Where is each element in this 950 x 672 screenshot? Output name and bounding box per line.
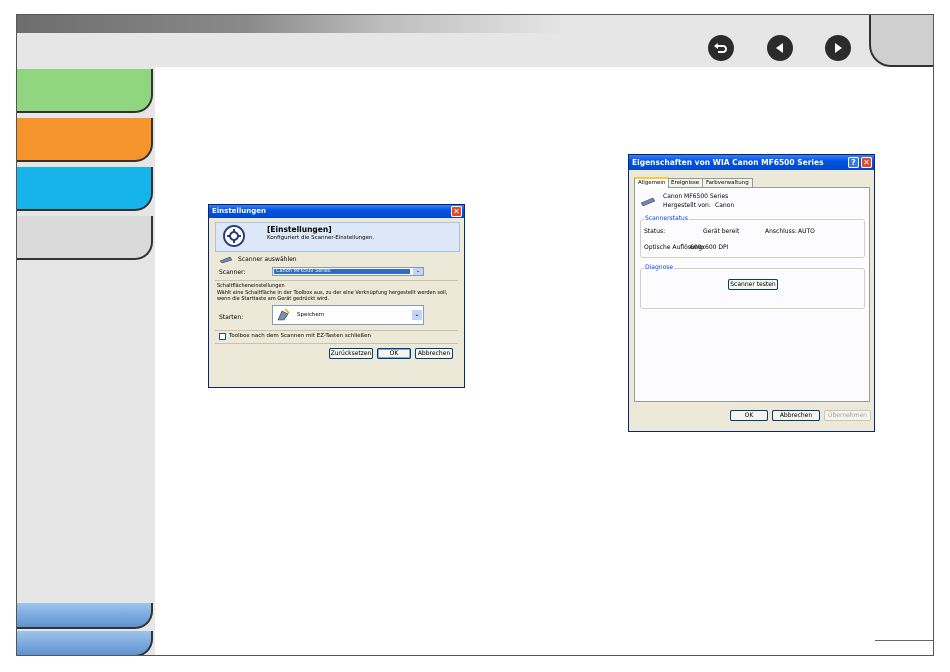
settings-dialog: Einstellungen ✕ [Einstellungen] Konfigur… bbox=[208, 204, 465, 388]
header-strip bbox=[17, 15, 933, 33]
manual-page: Einstellungen ✕ [Einstellungen] Konfigur… bbox=[16, 14, 934, 656]
scanner-dropdown-value: Canon MF6500 Series bbox=[274, 269, 410, 274]
wia-dialog-titlebar: Eigenschaften von WIA Canon MF6500 Serie… bbox=[629, 155, 874, 170]
start-label: Starten: bbox=[219, 314, 244, 321]
top-toolbar bbox=[17, 15, 933, 67]
test-scanner-button[interactable]: Scanner testen bbox=[728, 279, 778, 290]
corner-tab[interactable] bbox=[869, 15, 933, 67]
port-value: AUTO bbox=[798, 228, 815, 235]
previous-page-icon[interactable] bbox=[767, 35, 793, 61]
scanner-select-label: Scanner auswählen bbox=[238, 256, 297, 263]
close-toolbox-checkbox[interactable] bbox=[219, 333, 226, 340]
tab-ereignisse[interactable]: Ereignisse bbox=[667, 178, 704, 187]
tab-panel: Canon MF6500 Series Hergestellt von: Can… bbox=[634, 187, 870, 402]
sidebar bbox=[17, 67, 155, 655]
settings-dialog-title: Einstellungen bbox=[212, 207, 266, 215]
resolution-value: 600x600 DPI bbox=[690, 244, 729, 251]
ok-button[interactable]: OK bbox=[730, 410, 768, 421]
page-footer-line bbox=[875, 640, 933, 641]
divider bbox=[215, 330, 458, 331]
cancel-button[interactable]: Abbrechen bbox=[772, 410, 820, 421]
scanner-label: Scanner: bbox=[219, 269, 246, 276]
device-name: Canon MF6500 Series bbox=[663, 193, 729, 200]
scanner-icon bbox=[219, 255, 233, 264]
next-page-icon[interactable] bbox=[825, 35, 851, 61]
sidebar-tab-gray[interactable] bbox=[17, 216, 153, 260]
status-label: Status: bbox=[644, 228, 666, 235]
manufacturer-label: Hergestellt von: bbox=[663, 202, 711, 209]
wia-dialog-title: Eigenschaften von WIA Canon MF6500 Serie… bbox=[632, 158, 824, 167]
start-dropdown-value: Speichern bbox=[297, 312, 325, 318]
chevron-down-icon[interactable]: ⌄ bbox=[412, 310, 422, 320]
divider bbox=[215, 343, 458, 344]
reset-button[interactable]: Zurücksetzen bbox=[329, 348, 373, 359]
close-toolbox-label: Toolbox nach dem Scannen mit EZ-Tasten s… bbox=[229, 333, 371, 339]
settings-gear-icon bbox=[223, 225, 245, 247]
start-dropdown[interactable]: Speichern ⌄ bbox=[272, 305, 424, 325]
scanner-status-group bbox=[640, 219, 865, 258]
return-arrow-icon[interactable] bbox=[708, 35, 734, 61]
tab-allgemein[interactable]: Allgemein bbox=[634, 177, 670, 188]
divider bbox=[215, 280, 458, 281]
apply-button[interactable]: Übernehmen bbox=[824, 410, 871, 421]
button-settings-heading: Schaltflächeneinstellungen bbox=[217, 283, 285, 289]
settings-header-title: [Einstellungen] bbox=[267, 225, 332, 234]
scanner-status-heading: Scannerstatus bbox=[644, 215, 689, 222]
close-icon[interactable]: ✕ bbox=[861, 157, 872, 168]
close-icon[interactable]: ✕ bbox=[451, 206, 462, 217]
wia-properties-dialog: Eigenschaften von WIA Canon MF6500 Serie… bbox=[628, 154, 875, 432]
sidebar-bottom-tab-1[interactable] bbox=[17, 603, 153, 629]
scanner-icon bbox=[640, 195, 656, 207]
save-icon bbox=[276, 308, 290, 322]
sidebar-tab-green[interactable] bbox=[17, 69, 153, 113]
tab-farbverwaltung[interactable]: Farbverwaltung bbox=[702, 178, 753, 187]
button-settings-description: Wählt eine Schaltfläche in der Toolbox a… bbox=[217, 290, 448, 302]
status-value: Gerät bereit bbox=[703, 228, 740, 235]
scanner-dropdown[interactable]: Canon MF6500 Series ⌄ bbox=[272, 267, 424, 276]
help-icon[interactable]: ? bbox=[848, 157, 859, 168]
settings-header-subtitle: Konfiguriert die Scanner-Einstellungen. bbox=[267, 235, 375, 241]
ok-button[interactable]: OK bbox=[377, 348, 411, 359]
diagnose-heading: Diagnose bbox=[644, 264, 675, 271]
manufacturer-value: Canon bbox=[715, 202, 735, 209]
settings-dialog-titlebar: Einstellungen ✕ bbox=[209, 205, 464, 218]
sidebar-bottom-tab-2[interactable] bbox=[17, 631, 153, 655]
sidebar-tab-orange[interactable] bbox=[17, 118, 153, 162]
port-label: Anschluss: bbox=[765, 228, 797, 235]
cancel-button[interactable]: Abbrechen bbox=[415, 348, 453, 359]
sidebar-tab-blue[interactable] bbox=[17, 167, 153, 211]
chevron-down-icon[interactable]: ⌄ bbox=[413, 268, 423, 275]
